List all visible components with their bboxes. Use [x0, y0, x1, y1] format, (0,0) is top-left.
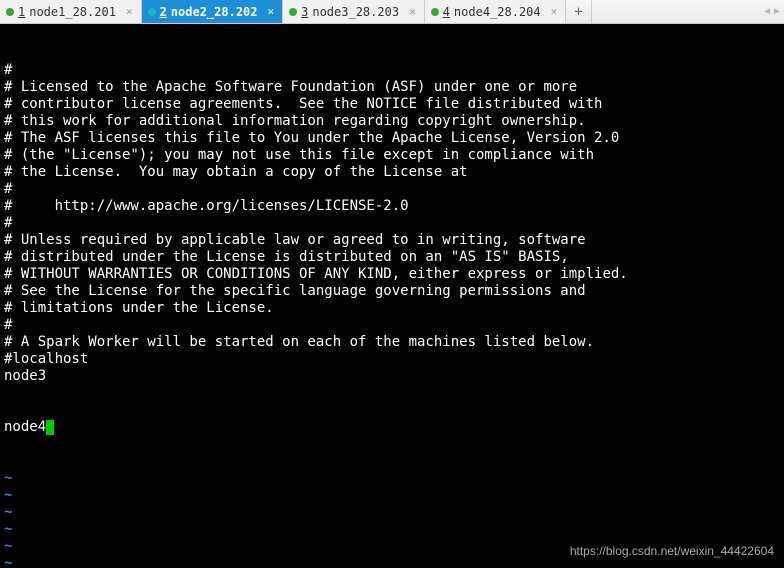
tab-label: node2_28.202	[171, 5, 258, 19]
tab-number: 1	[18, 5, 25, 19]
vim-empty-line: ~	[4, 487, 780, 504]
file-line: # A Spark Worker will be started on each…	[4, 334, 780, 351]
tab-node1_28-201[interactable]: 1 node1_28.201 ×	[0, 0, 142, 23]
tab-label: node3_28.203	[312, 5, 399, 19]
file-line: #	[4, 181, 780, 198]
terminal[interactable]: ## Licensed to the Apache Software Found…	[0, 24, 784, 568]
new-tab-button[interactable]: +	[566, 0, 591, 23]
file-line: # (the "License"); you may not use this …	[4, 147, 780, 164]
tab-label: node4_28.204	[454, 5, 541, 19]
file-line: # limitations under the License.	[4, 300, 780, 317]
tab-label: node1_28.201	[29, 5, 116, 19]
file-line: # the License. You may obtain a copy of …	[4, 164, 780, 181]
tab-node2_28-202[interactable]: 2 node2_28.202 ×	[142, 0, 284, 23]
close-icon[interactable]: ×	[551, 5, 558, 18]
file-line: node4	[4, 419, 780, 436]
cursor	[46, 420, 54, 435]
file-line: # Licensed to the Apache Software Founda…	[4, 79, 780, 96]
tab-number: 4	[443, 5, 450, 19]
file-line: # WITHOUT WARRANTIES OR CONDITIONS OF AN…	[4, 266, 780, 283]
tab-prev-icon[interactable]: ◀	[764, 6, 770, 17]
file-line: #localhost	[4, 351, 780, 368]
status-dot-icon	[289, 8, 297, 16]
tab-node3_28-203[interactable]: 3 node3_28.203 ×	[283, 0, 425, 23]
tab-number: 2	[160, 5, 167, 19]
vim-empty-line: ~	[4, 504, 780, 521]
file-line: #	[4, 215, 780, 232]
file-line: # The ASF licenses this file to You unde…	[4, 130, 780, 147]
file-line: node3	[4, 368, 780, 385]
tab-number: 3	[301, 5, 308, 19]
tab-next-icon[interactable]: ▶	[774, 6, 780, 17]
file-line: # See the License for the specific langu…	[4, 283, 780, 300]
status-dot-icon	[6, 8, 14, 16]
file-line: # http://www.apache.org/licenses/LICENSE…	[4, 198, 780, 215]
close-icon[interactable]: ×	[126, 5, 133, 18]
file-line: #	[4, 62, 780, 79]
vim-empty-line: ~	[4, 521, 780, 538]
watermark: https://blog.csdn.net/weixin_44422604	[570, 543, 774, 560]
tab-nav: ◀ ▶	[760, 0, 784, 23]
file-line: #	[4, 317, 780, 334]
file-line: # contributor license agreements. See th…	[4, 96, 780, 113]
file-line: # Unless required by applicable law or a…	[4, 232, 780, 249]
tab-bar: 1 node1_28.201×2 node2_28.202×3 node3_28…	[0, 0, 784, 24]
file-line: # distributed under the License is distr…	[4, 249, 780, 266]
file-line: # this work for additional information r…	[4, 113, 780, 130]
close-icon[interactable]: ×	[409, 5, 416, 18]
status-dot-icon	[148, 8, 156, 16]
tab-node4_28-204[interactable]: 4 node4_28.204 ×	[425, 0, 567, 23]
vim-empty-line: ~	[4, 470, 780, 487]
status-dot-icon	[431, 8, 439, 16]
close-icon[interactable]: ×	[268, 5, 275, 18]
